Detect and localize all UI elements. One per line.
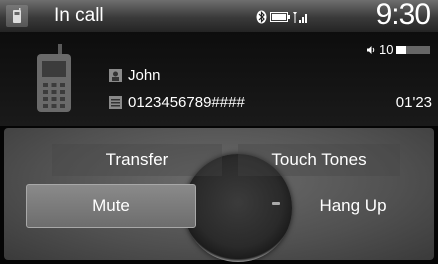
bluetooth-icon xyxy=(256,10,267,24)
in-call-screen: In call 9:30 10 John 0123456789#### 01'2… xyxy=(0,0,438,264)
speaker-icon xyxy=(367,45,375,54)
signal-icon xyxy=(293,12,307,23)
phone-number: 0123456789#### xyxy=(128,94,245,111)
hang-up-label: Hang Up xyxy=(319,196,387,215)
status-bar: In call 9:30 xyxy=(0,0,438,32)
battery-icon xyxy=(270,12,290,22)
phone-icon xyxy=(6,5,28,27)
mute-label: Mute xyxy=(92,196,130,215)
contact-icon xyxy=(109,69,122,82)
contact-row: John xyxy=(109,67,161,84)
number-row: 0123456789#### xyxy=(109,94,245,111)
touch-tones-label: Touch Tones xyxy=(271,150,367,169)
number-icon xyxy=(109,96,122,109)
clock: 9:30 xyxy=(375,0,431,31)
control-panel: Transfer Touch Tones Mute Hang Up xyxy=(4,128,434,262)
contact-name: John xyxy=(128,67,161,84)
knob-indicator xyxy=(272,202,280,205)
transfer-label: Transfer xyxy=(105,150,169,169)
hang-up-button[interactable]: Hang Up xyxy=(300,186,406,226)
volume-level: 10 xyxy=(379,42,394,57)
transfer-button[interactable]: Transfer xyxy=(52,144,222,176)
call-info: 10 John 0123456789#### 01'23 xyxy=(0,32,438,126)
call-duration: 01'23 xyxy=(395,94,432,111)
mobile-phone-icon xyxy=(37,44,71,112)
screen-title: In call xyxy=(54,5,104,26)
volume-bar xyxy=(396,45,431,54)
touch-tones-button[interactable]: Touch Tones xyxy=(238,144,400,176)
mute-button[interactable]: Mute xyxy=(26,184,196,228)
volume-indicator: 10 xyxy=(366,42,431,57)
